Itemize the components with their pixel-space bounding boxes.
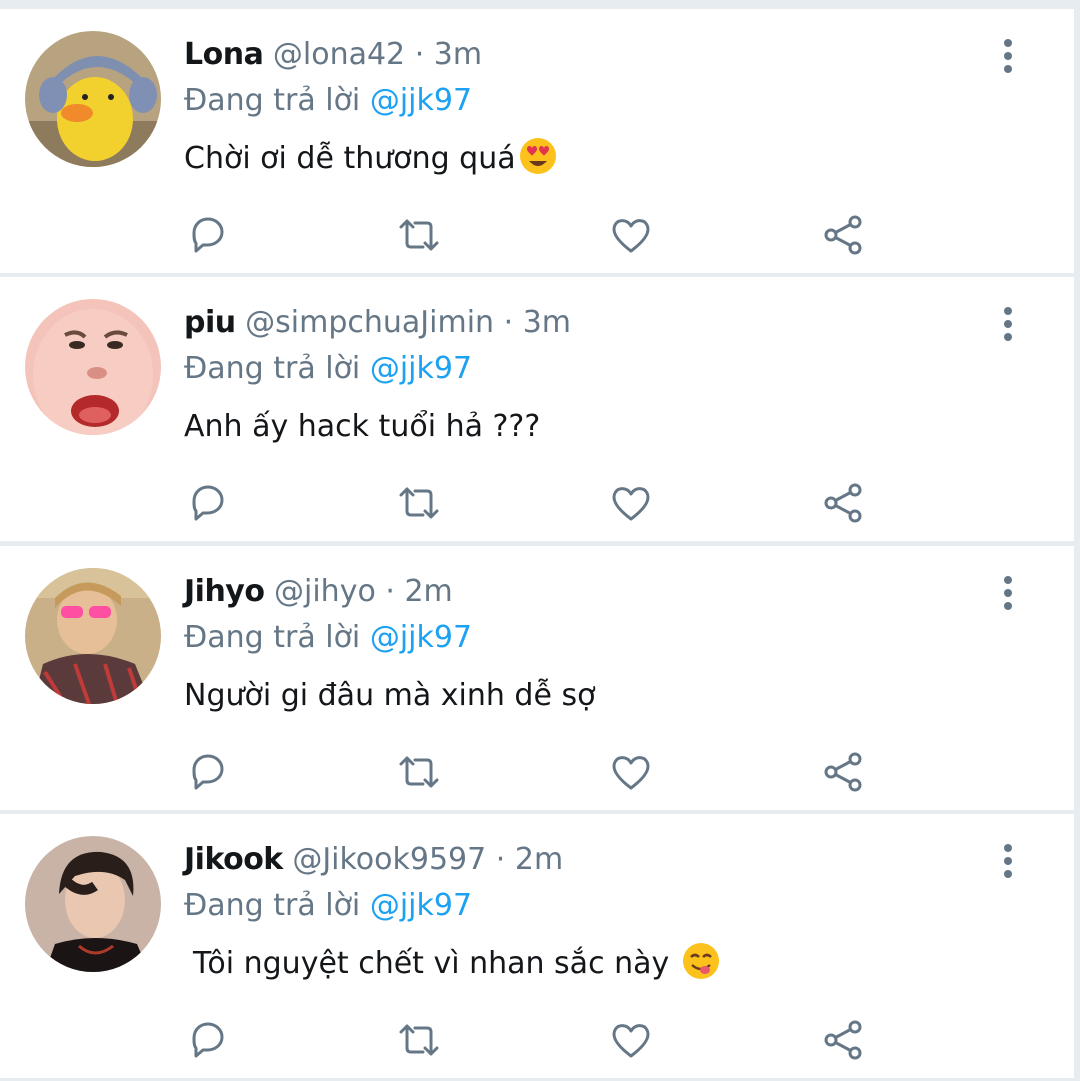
timestamp: 3m xyxy=(433,37,483,72)
mention-link[interactable]: @jjk97 xyxy=(370,620,472,655)
mention-link[interactable]: @jjk97 xyxy=(370,83,472,118)
reply-tweet[interactable]: piu @simpchuaJimin · 3m Đang trả lời @jj… xyxy=(0,277,1074,541)
avatar[interactable] xyxy=(25,31,161,167)
more-options-icon[interactable] xyxy=(990,842,1026,882)
like-icon[interactable] xyxy=(607,748,655,796)
share-icon[interactable] xyxy=(819,1016,867,1064)
tweet-text: Anh ấy hack tuổi hả ??? xyxy=(184,403,540,451)
display-name[interactable]: Lona xyxy=(184,37,264,72)
user-handle[interactable]: @Jikook9597 xyxy=(292,842,486,877)
reply-icon[interactable] xyxy=(184,1016,232,1064)
separator-dot: · xyxy=(495,842,506,877)
like-icon[interactable] xyxy=(607,1016,655,1064)
tweet-text-content: Người gi đâu mà xinh dễ sợ xyxy=(184,678,596,713)
avatar[interactable] xyxy=(25,568,161,704)
like-icon[interactable] xyxy=(607,479,655,527)
reply-prefix: Đang trả lời xyxy=(184,351,361,386)
more-options-icon[interactable] xyxy=(990,37,1026,77)
tweet-text-content: Chời ơi dễ thương quá xyxy=(184,141,516,176)
tweet-text: Người gi đâu mà xinh dễ sợ xyxy=(184,672,595,720)
retweet-icon[interactable] xyxy=(395,1016,443,1064)
reply-feed: Lona @lona42 · 3m Đang trả lời @jjk97 Ch… xyxy=(0,0,1080,1081)
reply-icon[interactable] xyxy=(184,748,232,796)
reply-icon[interactable] xyxy=(184,479,232,527)
like-icon[interactable] xyxy=(607,211,655,259)
tweet-text-content: Anh ấy hack tuổi hả ??? xyxy=(184,409,541,444)
mention-link[interactable]: @jjk97 xyxy=(370,888,472,923)
tweet-text: Chời ơi dễ thương quá xyxy=(184,135,558,183)
display-name[interactable]: Jihyo xyxy=(184,574,265,609)
separator-dot: · xyxy=(414,37,425,72)
tweet-text-content: Tôi nguyệt chết vì nhan sắc này xyxy=(193,946,670,981)
mention-link[interactable]: @jjk97 xyxy=(370,351,472,386)
heart-eyes-emoji-icon xyxy=(519,138,556,174)
separator-dot: · xyxy=(503,305,514,340)
retweet-icon[interactable] xyxy=(395,479,443,527)
share-icon[interactable] xyxy=(819,748,867,796)
share-icon[interactable] xyxy=(819,211,867,259)
retweet-icon[interactable] xyxy=(395,748,443,796)
display-name[interactable]: Jikook xyxy=(184,842,283,877)
reply-tweet[interactable]: Jihyo @jihyo · 2m Đang trả lời @jjk97 Ng… xyxy=(0,546,1074,810)
timestamp: 2m xyxy=(514,842,564,877)
yum-face-emoji-icon xyxy=(682,943,719,979)
replying-to: Đang trả lời @jjk97 xyxy=(184,79,472,123)
timestamp: 3m xyxy=(522,305,572,340)
timestamp: 2m xyxy=(404,574,453,609)
reply-prefix: Đang trả lời xyxy=(184,83,361,118)
user-handle[interactable]: @lona42 xyxy=(273,37,405,72)
user-handle[interactable]: @jihyo xyxy=(274,574,376,609)
replying-to: Đang trả lời @jjk97 xyxy=(184,884,472,928)
reply-icon[interactable] xyxy=(184,211,232,259)
display-name[interactable]: piu xyxy=(184,305,236,340)
user-handle[interactable]: @simpchuaJimin xyxy=(245,305,494,340)
replying-to: Đang trả lời @jjk97 xyxy=(184,616,472,660)
retweet-icon[interactable] xyxy=(395,211,443,259)
replying-to: Đang trả lời @jjk97 xyxy=(184,347,472,391)
reply-prefix: Đang trả lời xyxy=(184,888,361,923)
avatar[interactable] xyxy=(25,299,161,435)
reply-prefix: Đang trả lời xyxy=(184,620,361,655)
more-options-icon[interactable] xyxy=(990,305,1026,345)
separator-dot: · xyxy=(385,574,395,609)
tweet-text: Tôi nguyệt chết vì nhan sắc này xyxy=(184,940,721,988)
share-icon[interactable] xyxy=(819,479,867,527)
reply-tweet[interactable]: Lona @lona42 · 3m Đang trả lời @jjk97 Ch… xyxy=(0,9,1074,273)
more-options-icon[interactable] xyxy=(990,574,1026,614)
reply-tweet[interactable]: Jikook @Jikook9597 · 2m Đang trả lời @jj… xyxy=(0,814,1074,1078)
avatar[interactable] xyxy=(25,836,161,972)
